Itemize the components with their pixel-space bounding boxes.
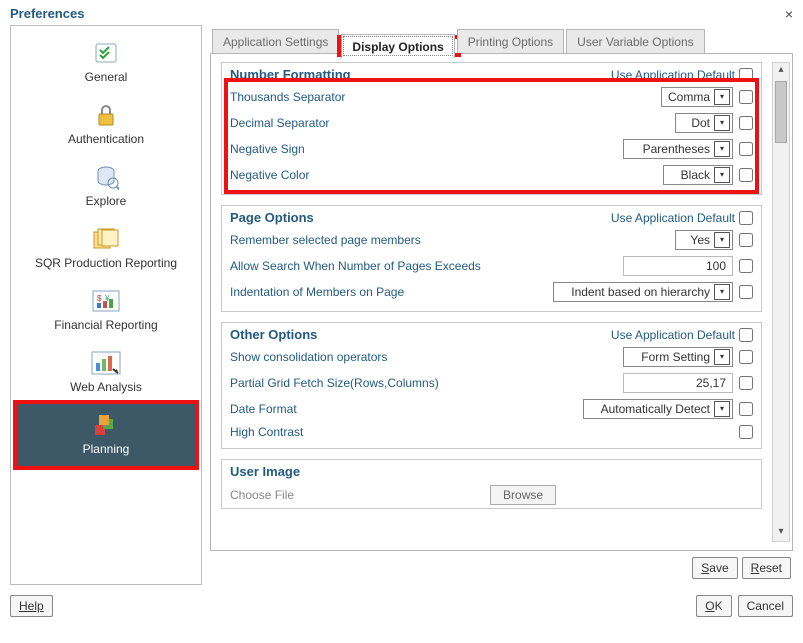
lock-icon [15,100,197,130]
sidebar-item-label: Authentication [15,132,197,146]
date-format-select[interactable]: Automatically Detect ▾ [583,399,733,419]
sidebar-item-label: Explore [15,194,197,208]
sidebar-item-planning[interactable]: Planning [17,404,195,466]
thousands-separator-override-checkbox[interactable] [739,90,753,104]
remember-page-members-select[interactable]: Yes ▾ [675,230,733,250]
chevron-down-icon: ▾ [714,284,730,300]
dialog-title: Preferences [10,6,84,21]
consolidation-operators-override-checkbox[interactable] [739,350,753,364]
section-page-options: Page Options Use Application Default Rem… [221,205,762,312]
tab-printing-options[interactable]: Printing Options [457,29,564,53]
date-format-label: Date Format [230,402,297,416]
remember-page-members-label: Remember selected page members [230,233,421,247]
ok-button[interactable]: OK [696,595,731,617]
use-default-number-formatting-checkbox[interactable] [739,68,753,82]
chevron-down-icon: ▾ [714,167,730,183]
decimal-separator-label: Decimal Separator [230,116,329,130]
sidebar-item-label: Planning [21,442,191,456]
sidebar-item-web-analysis[interactable]: Web Analysis [11,342,201,404]
explore-icon [15,162,197,192]
high-contrast-checkbox[interactable] [739,425,753,439]
decimal-separator-select[interactable]: Dot ▾ [675,113,733,133]
indentation-select[interactable]: Indent based on hierarchy ▾ [553,282,733,302]
sidebar-item-authentication[interactable]: Authentication [11,94,201,156]
allow-search-override-checkbox[interactable] [739,259,753,273]
reset-button[interactable]: Reset [742,557,791,579]
sidebar: General Authentication Explore SQR Produ… [10,25,202,585]
negative-sign-label: Negative Sign [230,142,305,156]
tab-application-settings[interactable]: Application Settings [212,29,339,53]
sidebar-item-financial-reporting[interactable]: $¥ Financial Reporting [11,280,201,342]
planning-icon [21,410,191,440]
scrollbar[interactable]: ▴ ▾ [772,62,790,542]
negative-color-label: Negative Color [230,168,309,182]
tab-user-variable-options[interactable]: User Variable Options [566,29,705,53]
consolidation-operators-select[interactable]: Form Setting ▾ [623,347,733,367]
section-number-formatting: Number Formatting Use Application Defaul… [221,62,762,195]
sidebar-item-label: Financial Reporting [15,318,197,332]
indentation-override-checkbox[interactable] [739,285,753,299]
sidebar-item-explore[interactable]: Explore [11,156,201,218]
chevron-down-icon: ▾ [714,141,730,157]
decimal-separator-override-checkbox[interactable] [739,116,753,130]
remember-page-members-override-checkbox[interactable] [739,233,753,247]
chevron-down-icon: ▾ [714,401,730,417]
section-title: Page Options [230,210,314,225]
titlebar: Preferences × [0,0,803,25]
sidebar-item-general[interactable]: General [11,32,201,94]
negative-color-override-checkbox[interactable] [739,168,753,182]
section-other-options: Other Options Use Application Default Sh… [221,322,762,449]
chevron-down-icon: ▾ [714,349,730,365]
section-title: Number Formatting [230,67,351,82]
high-contrast-label: High Contrast [230,425,303,439]
chevron-down-icon: ▾ [714,115,730,131]
preferences-dialog: Preferences × General Authentication [0,0,803,643]
browse-button[interactable]: Browse [490,485,556,505]
svg-text:$: $ [97,294,102,303]
use-default-page-options-checkbox[interactable] [739,211,753,225]
scroll-down-icon[interactable]: ▾ [773,525,789,541]
negative-color-select[interactable]: Black ▾ [663,165,733,185]
use-default-other-options-checkbox[interactable] [739,328,753,342]
sidebar-item-label: Web Analysis [15,380,197,394]
date-format-override-checkbox[interactable] [739,402,753,416]
sqr-icon [15,224,197,254]
partial-grid-fetch-input[interactable] [623,373,733,393]
sidebar-item-label: General [15,70,197,84]
chevron-down-icon: ▾ [714,232,730,248]
sidebar-item-label: SQR Production Reporting [15,256,197,270]
finrep-icon: $¥ [15,286,197,316]
chevron-down-icon: ▾ [714,89,730,105]
tabbar: Application Settings Display Options Pri… [210,25,793,54]
close-icon[interactable]: × [785,7,793,21]
section-title: Other Options [230,327,317,342]
thousands-separator-select[interactable]: Comma ▾ [661,87,733,107]
allow-search-label: Allow Search When Number of Pages Exceed… [230,259,481,273]
use-default-label: Use Application Default [611,328,735,342]
allow-search-input[interactable] [623,256,733,276]
thousands-separator-label: Thousands Separator [230,90,345,104]
help-button[interactable]: Help [10,595,53,617]
indentation-label: Indentation of Members on Page [230,285,404,299]
partial-grid-fetch-override-checkbox[interactable] [739,376,753,390]
negative-sign-override-checkbox[interactable] [739,142,753,156]
scroll-up-icon[interactable]: ▴ [773,63,789,79]
partial-grid-fetch-label: Partial Grid Fetch Size(Rows,Columns) [230,376,439,390]
negative-sign-select[interactable]: Parentheses ▾ [623,139,733,159]
cancel-button[interactable]: Cancel [738,595,793,617]
use-default-label: Use Application Default [611,68,735,82]
section-user-image: User Image Choose File Browse [221,459,762,509]
content-pane: Number Formatting Use Application Defaul… [210,54,793,551]
section-title: User Image [230,464,300,479]
highlight-tab: Display Options [341,39,456,53]
scroll-thumb[interactable] [775,81,787,143]
sidebar-item-sqr-production-reporting[interactable]: SQR Production Reporting [11,218,201,280]
general-icon [15,38,197,68]
save-button[interactable]: Save [692,557,737,579]
webanalysis-icon [15,348,197,378]
highlight-number-formatting-controls: Thousands Separator Comma ▾ [230,84,753,188]
consolidation-operators-label: Show consolidation operators [230,350,387,364]
choose-file-label: Choose File [230,488,294,502]
use-default-label: Use Application Default [611,211,735,225]
